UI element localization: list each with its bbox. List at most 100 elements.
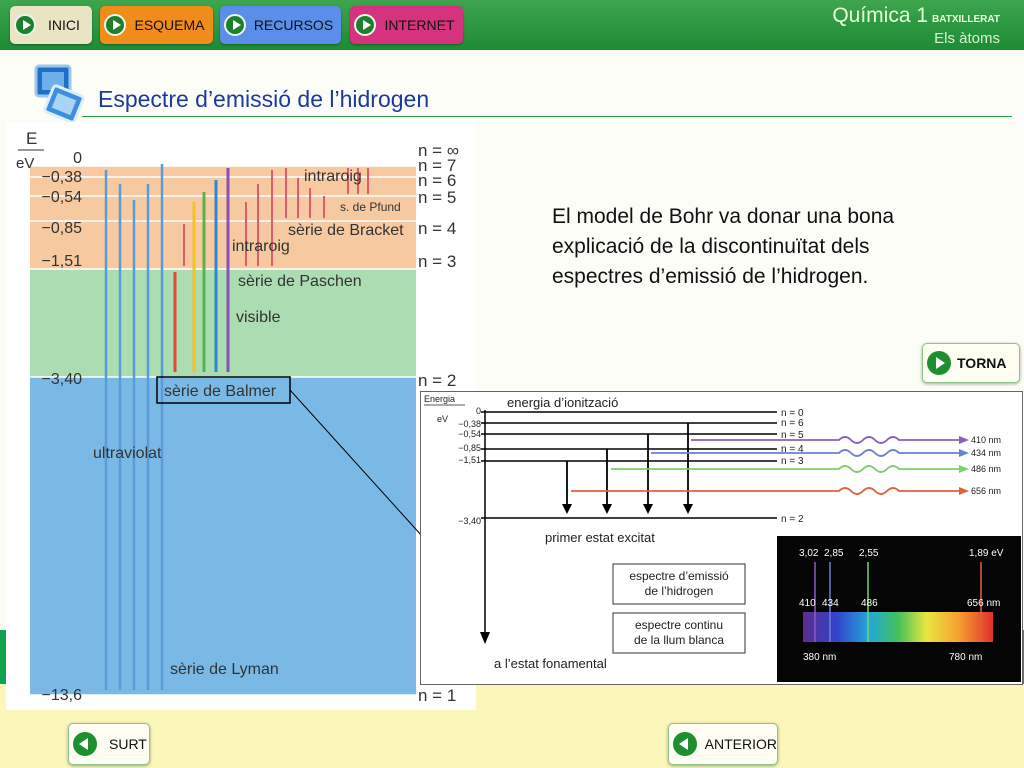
level-1: n = 1 <box>418 686 456 705</box>
torna-button[interactable]: TORNA <box>922 343 1020 383</box>
nav-esquema-button[interactable]: ESQUEMA <box>100 6 213 44</box>
label-balmer: sèrie de Balmer <box>164 383 277 400</box>
nav-inici-label: INICI <box>48 17 80 33</box>
back-arrow-icon <box>73 732 97 756</box>
spectrum-wavelength: 410 <box>799 598 816 609</box>
detail-energy-values: 0 −0,38 −0,54 −0,85 −1,51 −3,40 <box>458 406 481 526</box>
slide-logo-icon <box>34 64 85 124</box>
play-icon <box>927 351 951 375</box>
transition-arrows <box>566 423 689 510</box>
emission-arrowheads <box>959 436 969 495</box>
title-rule <box>82 116 1012 117</box>
energy-136: −13,6 <box>42 687 83 704</box>
transition-arrowheads <box>562 504 693 514</box>
axis-e-label: E <box>26 129 37 148</box>
detail-energy-340: −3,40 <box>458 516 481 526</box>
detail-energy-054: −0,54 <box>458 429 481 439</box>
box1-line: espectre d’emissió <box>629 569 729 583</box>
wavelength-486: 486 nm <box>971 464 1001 474</box>
level-5: n = 5 <box>418 188 456 207</box>
wavelength-labels: 410 nm 434 nm 486 nm 656 nm <box>971 435 1001 496</box>
explanation-line: explicació de la discontinuïtat dels <box>552 235 870 258</box>
spectrum-max-label: 780 nm <box>949 652 982 663</box>
axis-unit-label: eV <box>437 414 448 424</box>
nav-internet-button[interactable]: INTERNET <box>350 6 463 44</box>
detail-energy-085: −0,85 <box>458 443 481 453</box>
ground-state-label: a l’estat fonamental <box>494 656 607 671</box>
hydrogen-energy-diagram: E eV 0 −0,38 −0,54 −0,85 −1,51 −3,40 −13… <box>6 122 476 710</box>
spectrum-wavelength: 434 <box>822 598 839 609</box>
nav-internet-label: INTERNET <box>384 17 455 33</box>
level-3: n = 3 <box>418 252 456 271</box>
label-intraroig-top: intraroig <box>304 168 362 185</box>
play-icon <box>224 14 246 36</box>
page-title: Espectre d’emissió de l’hidrogen <box>98 86 430 112</box>
wavelength-434: 434 nm <box>971 448 1001 458</box>
energy-0: 0 <box>73 150 82 167</box>
label-visible: visible <box>236 309 281 326</box>
label-pfund: s. de Pfund <box>340 200 401 214</box>
play-icon <box>14 14 36 36</box>
spectrum-energy: 2,85 <box>824 548 844 559</box>
play-icon <box>104 14 126 36</box>
excited-state-label: primer estat excitat <box>545 530 655 545</box>
box1-line: de l’hidrogen <box>645 584 714 598</box>
energy-085: −0,85 <box>42 220 83 237</box>
spectrum-energy: 1,89 eV <box>969 548 1004 559</box>
energy-038: −0,38 <box>42 169 83 186</box>
explanation-line: El model de Bohr va donar una bona <box>552 205 895 228</box>
nav-recursos-button[interactable]: RECURSOS <box>220 6 341 44</box>
box2-line: de la llum blanca <box>634 633 724 647</box>
play-icon <box>354 14 376 36</box>
down-arrow-icon <box>480 632 490 644</box>
detail-energy-038: −0,38 <box>458 419 481 429</box>
anterior-label: ANTERIOR <box>704 736 777 752</box>
label-lyman: sèrie de Lyman <box>170 661 279 678</box>
balmer-detail-diagram: Energia eV energia d’ionització 0 −0,38 … <box>420 391 1023 685</box>
axis-energy-label: Energia <box>424 394 455 404</box>
brand-title: Química 1 <box>832 4 929 27</box>
brand-unit: Els àtoms <box>934 30 1000 47</box>
spectrum-wavelength: 656 nm <box>967 598 1000 609</box>
detail-energy-151: −1,51 <box>458 455 481 465</box>
label-ultraviolat: ultraviolat <box>93 445 162 462</box>
spectrum-energy: 3,02 <box>799 548 819 559</box>
energy-340: −3,40 <box>42 371 83 388</box>
brand: Química 1 BATXILLERAT Els àtoms <box>832 4 1000 47</box>
detail-level-lines <box>481 411 777 519</box>
energy-151: −1,51 <box>42 253 83 270</box>
axis-unit-label: eV <box>16 155 34 172</box>
surt-button[interactable]: SURT <box>68 723 150 765</box>
nav-esquema-label: ESQUEMA <box>134 17 205 33</box>
detail-level-3: n = 3 <box>781 456 804 467</box>
nav-recursos-label: RECURSOS <box>253 17 334 33</box>
detail-level-2: n = 2 <box>781 514 804 525</box>
level-4: n = 4 <box>418 219 456 238</box>
back-arrow-icon <box>673 732 697 756</box>
energy-054: −0,54 <box>42 189 83 206</box>
detail-level-labels: n = 0 n = 6 n = 5 n = 4 n = 3 n = 2 <box>781 408 804 525</box>
explanation-line: espectres d’emissió de l’hidrogen. <box>552 265 869 288</box>
detail-level-6: n = 6 <box>781 418 804 429</box>
label-bracket: sèrie de Bracket <box>288 222 404 239</box>
ionization-label: energia d’ionització <box>507 395 618 410</box>
continuous-spectrum-bar <box>803 612 993 642</box>
spectrum-min-label: 380 nm <box>803 652 836 663</box>
brand-edition: BATXILLERAT <box>932 14 1000 25</box>
surt-label: SURT <box>109 736 147 752</box>
box2-line: espectre continu <box>635 618 723 632</box>
spectrum-energy: 2,55 <box>859 548 879 559</box>
brand-title-line: Química 1 BATXILLERAT <box>832 4 1000 28</box>
spectrum-wavelength: 486 <box>861 598 878 609</box>
label-intraroig-mid: intraroig <box>232 238 290 255</box>
emission-photons <box>571 436 961 495</box>
explanation-text: El model de Bohr va donar una bona expli… <box>552 202 992 292</box>
wavelength-410: 410 nm <box>971 435 1001 445</box>
anterior-button[interactable]: ANTERIOR <box>668 723 778 765</box>
wavelength-656: 656 nm <box>971 486 1001 496</box>
level-2: n = 2 <box>418 371 456 390</box>
ultraviolet-zone <box>30 377 416 695</box>
label-paschen: sèrie de Paschen <box>238 273 362 290</box>
nav-inici-button[interactable]: INICI <box>10 6 92 44</box>
detail-energy-0: 0 <box>476 406 481 416</box>
